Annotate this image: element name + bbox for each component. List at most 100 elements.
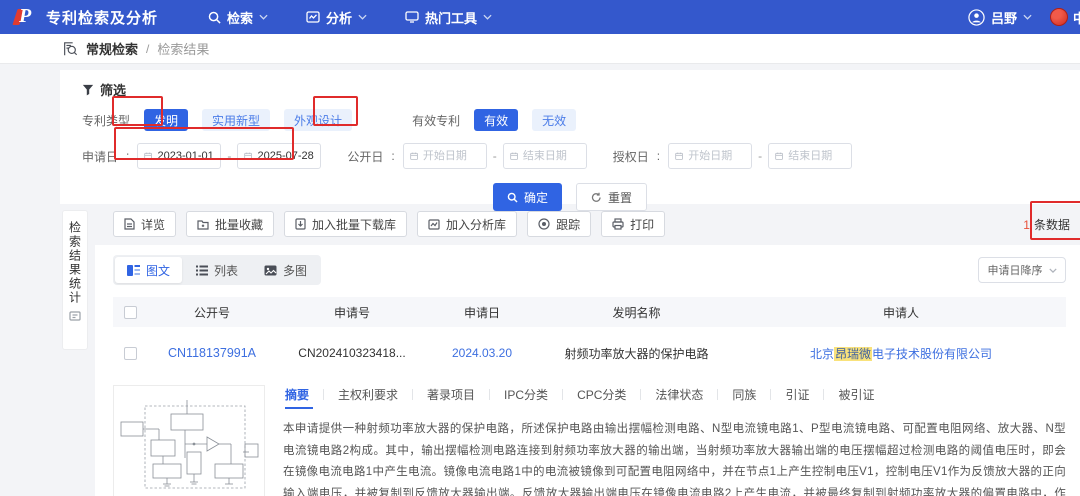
track-button[interactable]: 跟踪: [527, 211, 592, 237]
view-bar: 图文 列表 多图 申请日降序: [113, 255, 1066, 285]
tab-legal-status[interactable]: 法律状态: [641, 386, 717, 409]
header-publication-no: 公开号: [193, 305, 230, 320]
detail-content: 摘要 主权利要求 著录项目 IPC分类 CPC分类 法律状态 同族 引证 被引证…: [283, 385, 1066, 496]
applicant-prefix: 北京: [809, 346, 834, 361]
breadcrumb-secondary: 检索结果: [157, 42, 210, 57]
print-label: 打印: [630, 217, 655, 232]
print-button[interactable]: 打印: [601, 211, 666, 237]
chevron-down-icon: [259, 14, 268, 20]
batch-favorite-button[interactable]: 批量收藏: [186, 211, 275, 237]
application-date-end[interactable]: [237, 143, 322, 169]
application-no: CN202410323418...: [298, 346, 406, 360]
calendar-icon: [775, 152, 783, 160]
side-tab-label: 检索结果统计: [67, 221, 82, 305]
add-analysis-library-button[interactable]: 加入分析库: [417, 211, 518, 237]
range-dash: -: [227, 149, 232, 163]
language-switch[interactable]: 中: [1049, 8, 1080, 27]
select-all-checkbox[interactable]: [123, 305, 137, 319]
calendar-icon: [509, 152, 518, 160]
sort-dropdown[interactable]: 申请日降序: [978, 257, 1066, 283]
tab-cpc[interactable]: CPC分类: [563, 386, 640, 409]
calendar-icon: [409, 152, 418, 160]
chip-invalid[interactable]: 无效: [532, 109, 577, 131]
chip-valid[interactable]: 有效: [474, 109, 519, 131]
calendar-icon: [675, 152, 683, 160]
tab-main-claim[interactable]: 主权利要求: [324, 386, 412, 409]
nav-item-analysis[interactable]: 分析: [306, 8, 367, 27]
tab-citations[interactable]: 引证: [771, 386, 823, 409]
view-tab-label: 列表: [214, 263, 239, 278]
printer-icon: [612, 218, 624, 230]
tab-abstract[interactable]: 摘要: [283, 386, 323, 409]
nav-item-label: 热门工具: [425, 10, 478, 26]
breadcrumb-primary[interactable]: 常规检索: [86, 39, 138, 58]
result-count-number: 1: [1023, 218, 1030, 232]
application-date-end-input[interactable]: [257, 150, 315, 162]
nav-item-search[interactable]: 检索: [208, 8, 268, 27]
publication-date-end-input[interactable]: [522, 150, 580, 162]
view-tab-image-text[interactable]: 图文: [115, 257, 183, 283]
patent-detail: 摘要 主权利要求 著录项目 IPC分类 CPC分类 法律状态 同族 引证 被引证…: [113, 385, 1066, 496]
chip-design[interactable]: 外观设计: [284, 109, 353, 131]
funnel-icon: [82, 84, 94, 95]
chevron-down-icon: [483, 14, 492, 20]
application-date-link[interactable]: 2024.03.20: [452, 346, 512, 360]
view-tab-multi-image[interactable]: 多图: [252, 257, 319, 283]
publication-date-start[interactable]: [402, 143, 487, 169]
tab-cited-by[interactable]: 被引证: [824, 386, 888, 409]
nav-item-tools[interactable]: 热门工具: [405, 8, 492, 27]
header-applicant: 申请人: [882, 305, 919, 320]
detail-tabs: 摘要 主权利要求 著录项目 IPC分类 CPC分类 法律状态 同族 引证 被引证: [283, 385, 1066, 409]
tab-bibliographic[interactable]: 著录项目: [413, 386, 489, 409]
patent-type-label: 专利类型: [82, 113, 131, 128]
list-view-icon: [196, 265, 209, 275]
breadcrumb: 常规检索 / 检索结果: [0, 34, 1080, 64]
multi-image-view-icon: [264, 265, 277, 275]
publication-date-start-input[interactable]: [422, 150, 480, 162]
application-date-label: 申请日: [82, 149, 119, 164]
publication-date-end[interactable]: [502, 143, 587, 169]
grant-date-end-input[interactable]: [788, 150, 846, 162]
analysis-doc-icon: [428, 218, 440, 230]
user-menu[interactable]: 吕野: [968, 8, 1032, 27]
application-date-start-input[interactable]: [157, 150, 215, 162]
results-toolbar: 详览 批量收藏 加入批量下载库 加入分析库 跟踪 打印: [113, 211, 666, 237]
detail-view-button[interactable]: 详览: [113, 211, 177, 237]
grant-date-end[interactable]: [768, 143, 853, 169]
grant-date-start[interactable]: [668, 143, 753, 169]
application-date-start[interactable]: [137, 143, 222, 169]
chip-invention[interactable]: 发明: [144, 109, 189, 131]
add-download-library-button[interactable]: 加入批量下载库: [284, 211, 408, 237]
valid-patent-label: 有效专利: [412, 113, 461, 128]
view-switcher: 图文 列表 多图: [113, 255, 322, 285]
confirm-button[interactable]: 确定: [492, 183, 562, 211]
statistics-icon: [69, 311, 81, 321]
add-download-library-label: 加入批量下载库: [312, 217, 397, 232]
chevron-down-icon: [1023, 14, 1032, 20]
invention-title: 射频功率放大器的保护电路: [564, 346, 709, 361]
colon: :: [391, 149, 395, 163]
user-name: 吕野: [990, 10, 1017, 26]
add-analysis-library-label: 加入分析库: [446, 217, 507, 232]
tab-family[interactable]: 同族: [718, 386, 770, 409]
reset-label: 重置: [608, 190, 633, 205]
range-dash: -: [758, 149, 763, 163]
chip-utility-model[interactable]: 实用新型: [202, 109, 271, 131]
tab-ipc[interactable]: IPC分类: [490, 386, 562, 409]
applicant-link[interactable]: 北京昂瑞微电子技术股份有限公司: [736, 345, 1066, 362]
patent-figure-thumbnail[interactable]: [113, 385, 265, 496]
results-panel: 图文 列表 多图 申请日降序 公开号 申请号 申请日 发明名称 申请人 CN11…: [95, 245, 1080, 496]
table-header: 公开号 申请号 申请日 发明名称 申请人: [113, 297, 1066, 327]
reset-button[interactable]: 重置: [576, 183, 648, 211]
applicant-suffix: 电子技术股份有限公司: [872, 346, 993, 361]
grant-date-start-input[interactable]: [688, 150, 746, 162]
publication-no-link[interactable]: CN118137991A: [168, 346, 256, 360]
language-flag-icon: [1049, 8, 1068, 26]
filter-actions: 确定 重置: [60, 183, 1080, 211]
chevron-down-icon: [1048, 267, 1057, 273]
app-logo[interactable]: P 专利检索及分析: [12, 5, 158, 29]
view-tab-list[interactable]: 列表: [184, 257, 250, 283]
sort-value: 申请日降序: [987, 265, 1043, 277]
side-tab-statistics[interactable]: 检索结果统计: [62, 210, 88, 350]
row-checkbox[interactable]: [123, 346, 137, 360]
